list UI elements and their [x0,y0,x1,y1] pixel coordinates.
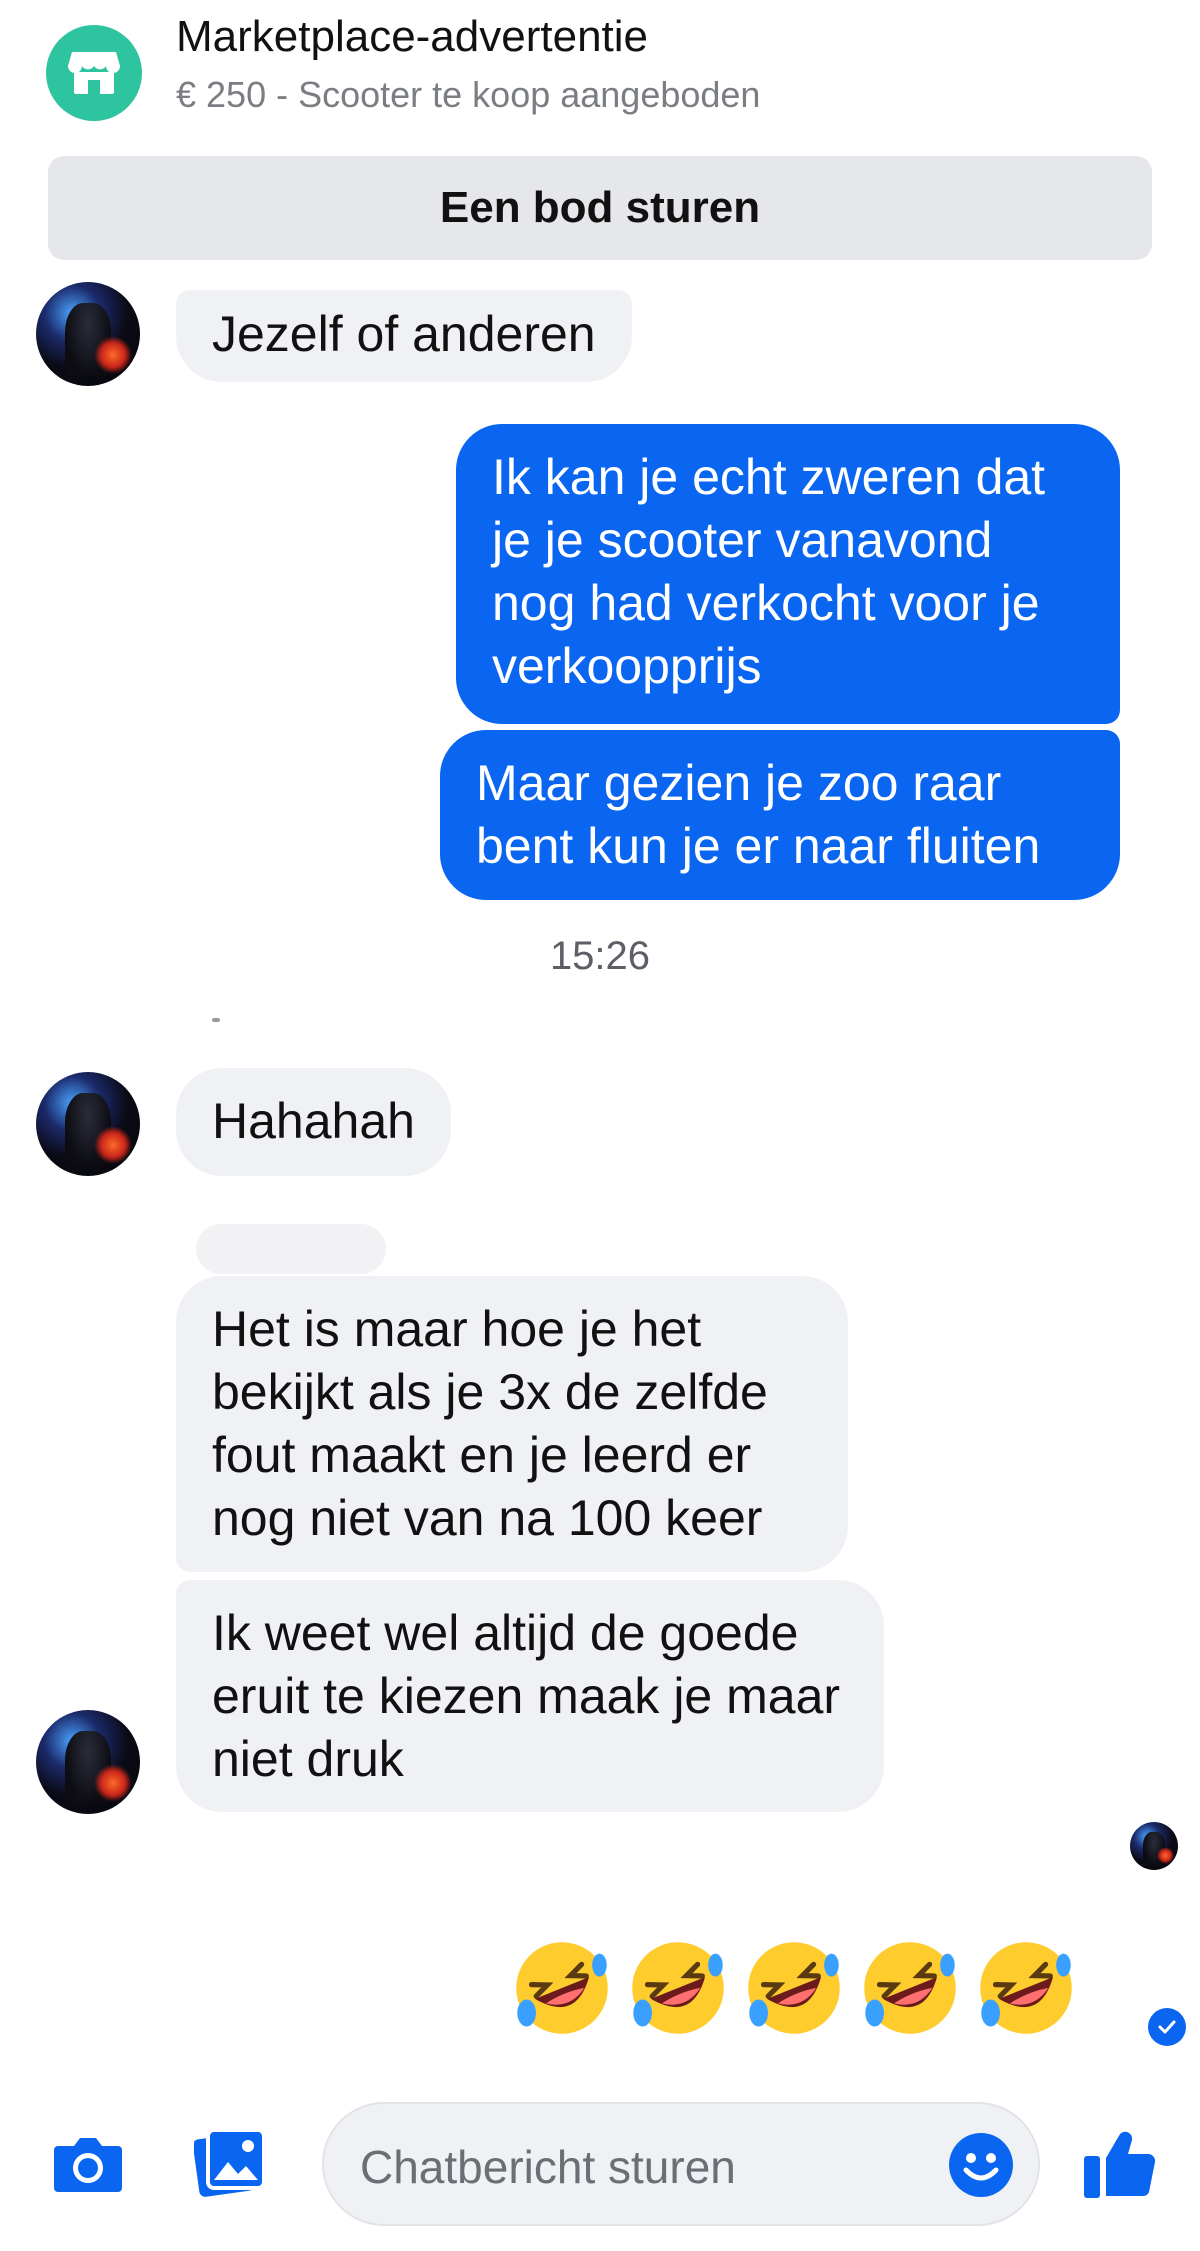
message-input[interactable]: Chatbericht sturen [322,2102,1040,2226]
rofl-emoji-icon [980,1942,1072,2034]
delivered-check-icon [1148,2008,1186,2046]
contact-avatar[interactable] [36,1710,140,1814]
message-outgoing[interactable]: Maar gezien je zoo raar bent kun je er n… [440,730,1120,900]
message-composer: Chatbericht sturen [0,2092,1200,2251]
message-emoji[interactable] [510,1936,1078,2040]
gallery-icon[interactable] [194,2126,268,2198]
camera-icon[interactable] [52,2132,124,2196]
message-incoming[interactable]: Hahahah [176,1068,451,1176]
rofl-emoji-icon [864,1942,956,2034]
message-input-placeholder: Chatbericht sturen [360,2141,736,2193]
store-icon[interactable] [46,25,142,121]
redacted-mark [212,1018,220,1022]
redacted-sender-name [196,1224,386,1274]
read-receipt-avatar [1130,1822,1178,1870]
message-incoming[interactable]: Jezelf of anderen [176,290,632,382]
rofl-emoji-icon [748,1942,840,2034]
chat-header: Marketplace-advertentie € 250 - Scooter … [0,0,1200,140]
rofl-emoji-icon [516,1942,608,2034]
thumbs-up-icon[interactable] [1080,2122,1160,2202]
listing-subtitle: € 250 - Scooter te koop aangeboden [176,74,761,115]
message-outgoing[interactable]: Ik kan je echt zweren dat je je scooter … [456,424,1120,724]
rofl-emoji-icon [632,1942,724,2034]
contact-avatar[interactable] [36,282,140,386]
contact-avatar[interactable] [36,1072,140,1176]
emoji-icon[interactable] [948,2132,1014,2198]
send-offer-button[interactable]: Een bod sturen [48,156,1152,260]
message-incoming[interactable]: Ik weet wel altijd de goede eruit te kie… [176,1580,884,1812]
listing-title[interactable]: Marketplace-advertentie [176,12,648,62]
message-timestamp: 15:26 [549,934,651,978]
message-incoming[interactable]: Het is maar hoe je het bekijkt als je 3x… [176,1276,848,1572]
